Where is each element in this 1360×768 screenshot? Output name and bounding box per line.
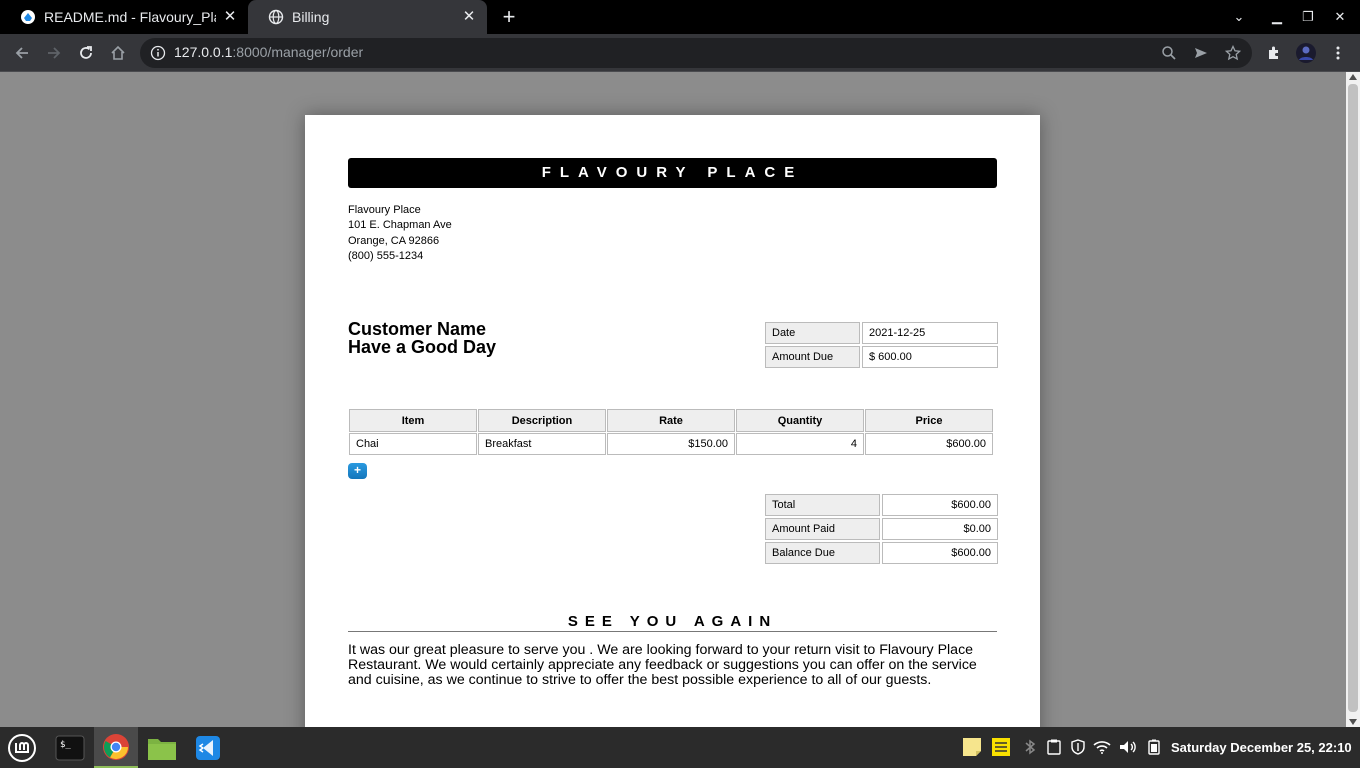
footer-message: It was our great pleasure to serve you .…: [348, 642, 977, 688]
bluetooth-icon[interactable]: [1021, 738, 1039, 756]
price-cell: $600.00: [865, 433, 993, 455]
battery-icon[interactable]: [1145, 738, 1163, 756]
column-header-quantity: Quantity: [736, 409, 864, 432]
browser-toolbar: 127.0.0.1:8000/manager/order: [0, 34, 1360, 72]
url-path: :8000/manager/order: [232, 44, 364, 60]
column-header-rate: Rate: [607, 409, 735, 432]
column-header-price: Price: [865, 409, 993, 432]
taskbar: $_ Saturday December 25, 22:10: [0, 727, 1360, 768]
customer-block: Customer Name Have a Good Day: [348, 320, 496, 356]
customer-note[interactable]: Have a Good Day: [348, 338, 496, 356]
taskbar-clock[interactable]: Saturday December 25, 22:10: [1171, 740, 1352, 755]
tab-title: Billing: [292, 9, 330, 25]
extensions-icon[interactable]: [1262, 41, 1286, 65]
back-icon[interactable]: [10, 41, 34, 65]
tab-strip: README.md - Flavoury_Place ✕ Billing ✕ +…: [0, 0, 1360, 34]
customer-name[interactable]: Customer Name: [348, 320, 496, 338]
close-window-icon[interactable]: ✕: [1330, 8, 1350, 26]
forward-icon[interactable]: [42, 41, 66, 65]
chrome-icon[interactable]: [94, 727, 138, 768]
info-icon[interactable]: [150, 45, 166, 61]
balance-due-value: $600.00: [882, 542, 998, 564]
clipboard-icon[interactable]: [1045, 738, 1063, 756]
items-header-row: Item Description Rate Quantity Price: [349, 409, 993, 432]
mint-menu-icon[interactable]: [0, 727, 44, 768]
scroll-down-icon[interactable]: [1349, 719, 1357, 725]
reload-icon[interactable]: [74, 41, 98, 65]
terminal-icon[interactable]: $_: [48, 727, 92, 768]
amount-due-value: $ 600.00: [862, 346, 998, 368]
column-header-item: Item: [349, 409, 477, 432]
scroll-up-icon[interactable]: [1349, 74, 1357, 80]
total-label: Total: [765, 494, 880, 516]
minimize-icon[interactable]: ▁: [1267, 8, 1287, 26]
profile-avatar[interactable]: [1294, 41, 1318, 65]
tab-billing[interactable]: Billing ✕: [248, 0, 487, 34]
close-icon[interactable]: ✕: [222, 9, 238, 25]
volume-icon[interactable]: [1119, 738, 1137, 756]
restaurant-header: FLAVOURY PLACE: [348, 158, 997, 188]
restaurant-address: Flavoury Place 101 E. Chapman Ave Orange…: [348, 203, 452, 264]
new-tab-icon[interactable]: +: [498, 6, 520, 28]
amount-due-label: Amount Due: [765, 346, 860, 368]
column-header-description: Description: [478, 409, 606, 432]
notes-icon[interactable]: [961, 736, 983, 758]
bookmark-star-icon[interactable]: [1224, 44, 1242, 62]
sticky-notes-icon[interactable]: [990, 736, 1012, 758]
svg-text:$_: $_: [60, 740, 71, 750]
table-row: Chai Breakfast $150.00 4 $600.00: [349, 433, 993, 455]
description-cell[interactable]: Breakfast: [478, 433, 606, 455]
url-text: 127.0.0.1:8000/manager/order: [174, 44, 363, 60]
amount-paid-value[interactable]: $0.00: [882, 518, 998, 540]
address-line: Flavoury Place: [348, 204, 421, 216]
date-label: Date: [765, 322, 860, 344]
home-icon[interactable]: [106, 41, 130, 65]
vscode-icon[interactable]: [186, 727, 230, 768]
footer-title: SEE YOU AGAIN: [348, 613, 997, 632]
page-viewport: FLAVOURY PLACE Flavoury Place 101 E. Cha…: [0, 72, 1346, 727]
page-scrollbar[interactable]: [1346, 72, 1360, 727]
send-icon[interactable]: [1192, 44, 1210, 62]
add-row-button[interactable]: +: [348, 463, 367, 479]
tab-readme[interactable]: README.md - Flavoury_Place ✕: [0, 0, 248, 34]
github-icon: [20, 9, 36, 25]
files-icon[interactable]: [140, 727, 184, 768]
shield-icon[interactable]: [1069, 738, 1087, 756]
balance-due-label: Balance Due: [765, 542, 880, 564]
maximize-icon[interactable]: ❐: [1298, 8, 1318, 26]
total-value: $600.00: [882, 494, 998, 516]
wifi-icon[interactable]: [1093, 738, 1111, 756]
url-host: 127.0.0.1: [174, 44, 233, 60]
item-cell[interactable]: Chai: [349, 433, 477, 455]
address-line: Orange, CA 92866: [348, 234, 440, 247]
invoice-meta-table: Date 2021-12-25 Amount Due $ 600.00: [763, 320, 1000, 370]
close-icon[interactable]: ✕: [461, 9, 477, 25]
zoom-icon[interactable]: [1160, 44, 1178, 62]
menu-icon[interactable]: [1326, 41, 1350, 65]
globe-icon: [268, 9, 284, 25]
address-line: (800) 555-1234: [348, 249, 424, 262]
address-bar[interactable]: 127.0.0.1:8000/manager/order: [140, 38, 1252, 68]
totals-table: Total $600.00 Amount Paid $0.00 Balance …: [763, 492, 1000, 566]
rate-cell[interactable]: $150.00: [607, 433, 735, 455]
address-line: 101 E. Chapman Ave: [348, 219, 452, 232]
amount-paid-label: Amount Paid: [765, 518, 880, 540]
invoice-paper: FLAVOURY PLACE Flavoury Place 101 E. Cha…: [305, 115, 1040, 727]
tab-search-icon[interactable]: ⌄: [1229, 8, 1249, 26]
items-table: Item Description Rate Quantity Price Cha…: [348, 408, 994, 456]
scroll-thumb[interactable]: [1348, 84, 1358, 712]
quantity-cell[interactable]: 4: [736, 433, 864, 455]
date-value[interactable]: 2021-12-25: [862, 322, 998, 344]
tab-title: README.md - Flavoury_Place: [44, 9, 216, 25]
